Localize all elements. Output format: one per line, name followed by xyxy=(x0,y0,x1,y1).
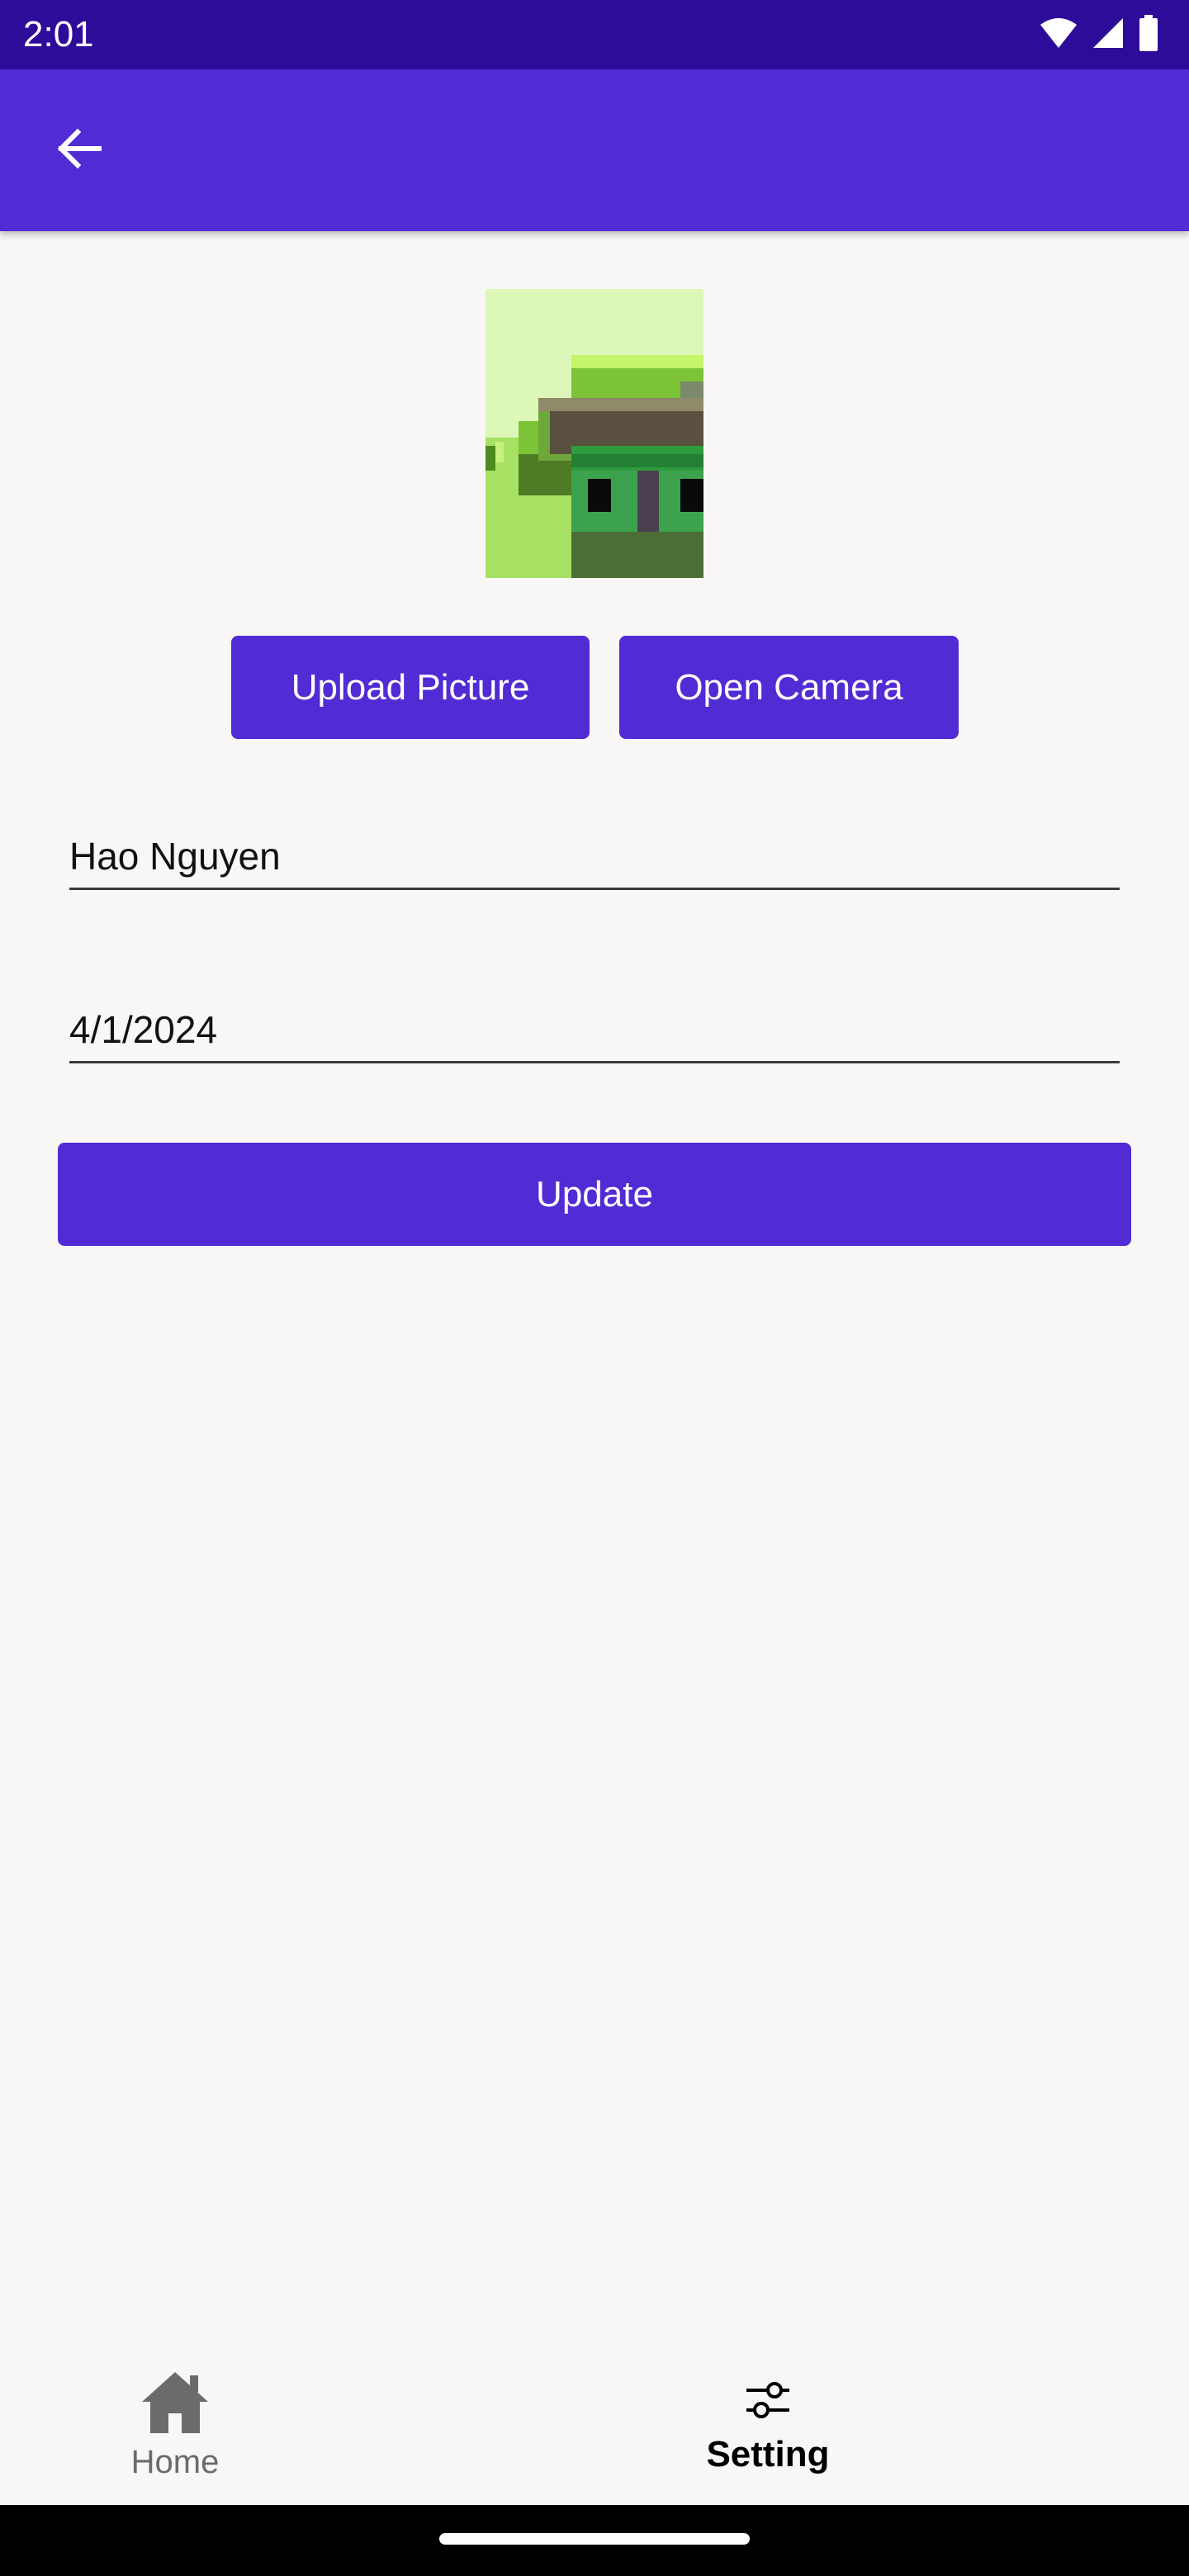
signal-icon xyxy=(1092,17,1125,54)
nav-label-setting: Setting xyxy=(706,2433,830,2474)
system-nav-bar xyxy=(0,2505,1189,2576)
upload-picture-button[interactable]: Upload Picture xyxy=(231,636,590,739)
open-camera-button[interactable]: Open Camera xyxy=(619,636,959,739)
home-icon xyxy=(139,2369,211,2439)
battery-icon xyxy=(1138,14,1159,55)
name-field xyxy=(69,824,1120,890)
profile-picture xyxy=(486,289,703,578)
arrow-back-icon xyxy=(53,122,106,179)
status-icons xyxy=(1039,14,1159,55)
update-button[interactable]: Update xyxy=(58,1143,1131,1246)
date-field xyxy=(69,997,1120,1063)
nav-item-home[interactable]: Home xyxy=(0,2345,594,2505)
app-bar xyxy=(0,69,1189,231)
date-input[interactable] xyxy=(69,997,1120,1061)
status-bar: 2:01 xyxy=(0,0,1189,69)
sliders-icon xyxy=(743,2375,793,2429)
wifi-icon xyxy=(1039,17,1078,54)
home-indicator[interactable] xyxy=(439,2533,750,2545)
name-input[interactable] xyxy=(69,824,1120,888)
bottom-nav: Home Setting xyxy=(0,2345,1189,2505)
nav-item-setting[interactable]: Setting xyxy=(594,2345,1189,2505)
status-time: 2:01 xyxy=(23,14,94,54)
nav-label-home: Home xyxy=(130,2444,220,2480)
back-button[interactable] xyxy=(40,111,119,190)
